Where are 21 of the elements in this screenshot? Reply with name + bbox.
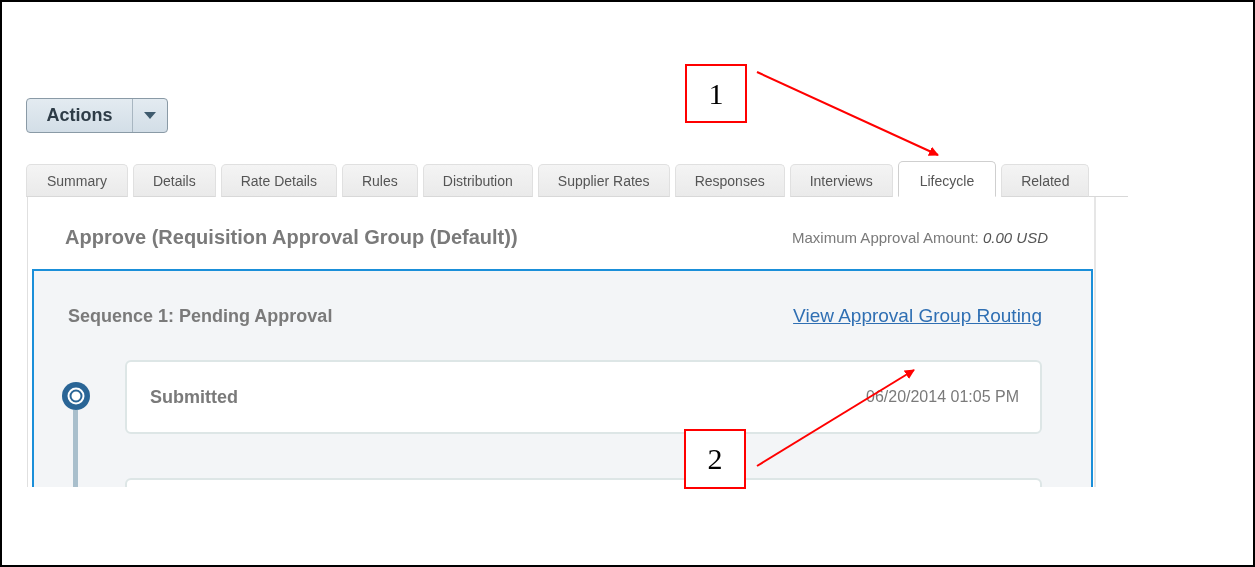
step-node-icon <box>60 381 91 411</box>
step-time: 06/20/2014 01:05 PM <box>866 388 1019 406</box>
callout-number: 2 <box>684 429 746 489</box>
tab[interactable]: Rate Details <box>220 164 337 197</box>
routing-link[interactable]: View Approval Group Routing <box>793 305 1042 327</box>
tab[interactable]: Summary <box>26 164 128 197</box>
tab[interactable]: Distribution <box>422 164 533 197</box>
tab[interactable]: Responses <box>674 164 785 197</box>
maximum-approval-amount: Maximum Approval Amount: 0.00 USD <box>792 229 1048 246</box>
callout-number: 1 <box>685 64 747 123</box>
approval-title: Approve (Requisition Approval Group (Default)) <box>65 226 518 249</box>
tab[interactable]: Rules <box>341 164 418 197</box>
step-label: Submitted <box>150 386 238 408</box>
tab[interactable]: Supplier Rates <box>537 164 670 197</box>
actions-button[interactable]: Actions <box>26 98 168 133</box>
sequence-title: Sequence 1: Pending Approval <box>68 305 333 327</box>
tab[interactable]: Details <box>132 164 216 197</box>
tab[interactable]: Related <box>1001 164 1090 197</box>
caret-icon <box>144 112 156 119</box>
tab[interactable]: Lifecycle <box>897 161 997 197</box>
tab[interactable]: Interviews <box>789 164 893 197</box>
